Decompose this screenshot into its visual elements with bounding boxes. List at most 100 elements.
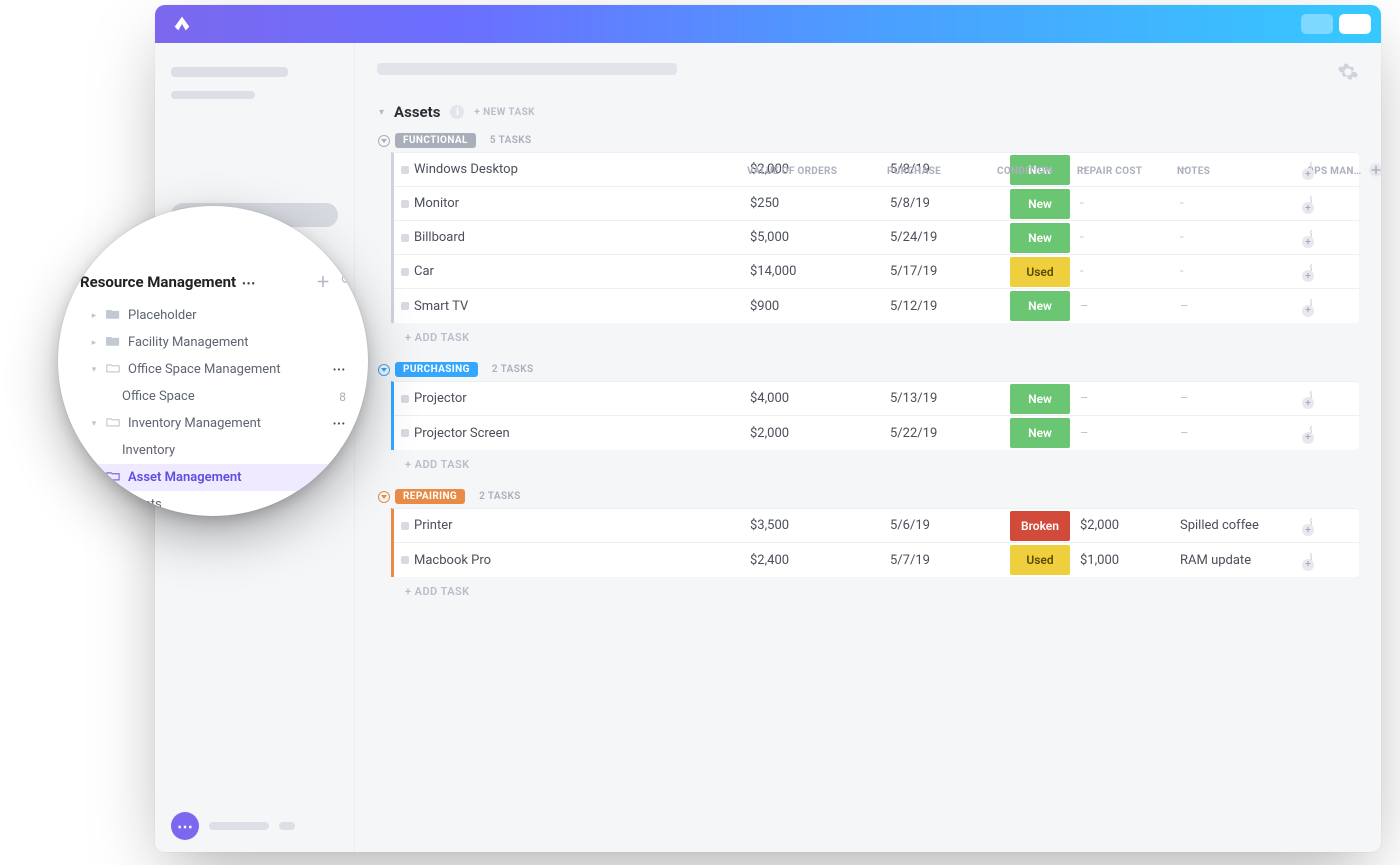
tasks-count: 2 Tasks bbox=[492, 364, 534, 375]
folder-icon bbox=[106, 335, 120, 350]
status-chip[interactable]: Purchasing bbox=[395, 362, 478, 377]
task-status-dot bbox=[401, 556, 409, 564]
task-notes: Spilled coffee bbox=[1180, 518, 1310, 533]
tree-item[interactable]: ▾ Office Space Management bbox=[72, 356, 354, 383]
tree-twisty[interactable]: ▸ bbox=[90, 311, 98, 321]
task-name: Monitor bbox=[414, 196, 750, 211]
assignee-add[interactable] bbox=[1310, 298, 1312, 315]
task-name: Projector Screen bbox=[414, 426, 750, 441]
task-repair: - bbox=[1080, 264, 1180, 279]
task-purchase: 5/22/19 bbox=[890, 426, 1000, 441]
task-repair: – bbox=[1080, 162, 1180, 177]
list-title: Assets bbox=[394, 103, 440, 121]
task-status-dot bbox=[401, 166, 409, 174]
task-repair: – bbox=[1080, 299, 1180, 314]
task-row[interactable]: Macbook Pro $2,400 5/7/19 Used $1,000 RA… bbox=[394, 543, 1359, 577]
add-task-button[interactable]: + Add Task bbox=[377, 323, 1359, 348]
group-caret[interactable] bbox=[377, 135, 391, 147]
add-column-button[interactable] bbox=[1367, 161, 1381, 182]
tree-twisty[interactable]: ▸ bbox=[90, 338, 98, 348]
assignee-add[interactable] bbox=[1310, 263, 1312, 280]
tree-item[interactable]: ▾ Inventory Management bbox=[72, 410, 354, 437]
task-row[interactable]: Smart TV $900 5/12/19 New – – bbox=[394, 289, 1359, 323]
new-task-button[interactable]: + New Task bbox=[474, 107, 535, 118]
tree-label: Inventory bbox=[122, 443, 175, 458]
assignee-add[interactable] bbox=[1310, 390, 1312, 407]
tree-item[interactable]: Office Space 8 bbox=[72, 383, 354, 410]
group-functional: Functional 5 Tasks Windows Desktop $2,00… bbox=[377, 129, 1359, 348]
sidebar-zoom-lens: Resource Management ＋ ▸ Placeholder ▸ Fa… bbox=[58, 206, 368, 516]
task-notes: – bbox=[1180, 162, 1310, 177]
task-repair: $2,000 bbox=[1080, 518, 1180, 533]
task-row[interactable]: Printer $3,500 5/6/19 Broken $2,000 Spil… bbox=[394, 509, 1359, 543]
status-chip[interactable]: Functional bbox=[395, 133, 476, 148]
task-row[interactable]: Car $14,000 5/17/19 Used - - bbox=[394, 255, 1359, 289]
tree-item[interactable]: Inventory 6 bbox=[72, 437, 354, 464]
brand-logo bbox=[165, 13, 193, 35]
window-control-min[interactable] bbox=[1301, 14, 1333, 34]
main-content: ▾ Assets i + New Task Value of Orders Pu… bbox=[355, 43, 1381, 852]
task-value: $5,000 bbox=[750, 230, 890, 245]
task-value: $4,000 bbox=[750, 391, 890, 406]
task-value: $900 bbox=[750, 299, 890, 314]
add-task-button[interactable]: + Add Task bbox=[377, 450, 1359, 475]
task-status-dot bbox=[401, 200, 409, 208]
task-purchase: 5/12/19 bbox=[890, 299, 1000, 314]
breadcrumb-placeholder bbox=[377, 63, 677, 75]
item-menu-icon[interactable] bbox=[333, 416, 346, 431]
tree-item[interactable]: ▸ Facility Management bbox=[72, 329, 354, 356]
task-repair: – bbox=[1080, 426, 1180, 441]
task-row[interactable]: Monitor $250 5/8/19 New - - bbox=[394, 187, 1359, 221]
tree-label: Office Space bbox=[122, 389, 195, 404]
task-row[interactable]: Billboard $5,000 5/24/19 New - - bbox=[394, 221, 1359, 255]
settings-button[interactable] bbox=[1337, 61, 1359, 87]
task-value: $3,500 bbox=[750, 518, 890, 533]
assignee-add[interactable] bbox=[1310, 552, 1312, 569]
chat-icon[interactable] bbox=[171, 812, 199, 840]
assignee-add[interactable] bbox=[1310, 425, 1312, 442]
tree-item[interactable]: ▸ Placeholder bbox=[72, 302, 354, 329]
add-folder-icon[interactable]: ＋ bbox=[316, 272, 330, 292]
task-notes: – bbox=[1180, 299, 1310, 314]
window-control-max[interactable] bbox=[1339, 14, 1371, 34]
tree-twisty[interactable]: ▾ bbox=[90, 365, 98, 375]
tree-twisty[interactable]: ▾ bbox=[90, 419, 98, 429]
group-caret[interactable] bbox=[377, 364, 391, 376]
group-caret[interactable] bbox=[377, 491, 391, 503]
task-purchase: 5/8/19 bbox=[890, 196, 1000, 211]
folder-icon bbox=[106, 362, 120, 377]
assignee-add[interactable] bbox=[1310, 517, 1312, 534]
task-notes: RAM update bbox=[1180, 553, 1310, 568]
space-menu-icon[interactable] bbox=[242, 273, 256, 291]
task-row[interactable]: Projector Screen $2,000 5/22/19 New – – bbox=[394, 416, 1359, 450]
tree-label: Facility Management bbox=[128, 335, 249, 350]
task-name: Macbook Pro bbox=[414, 553, 750, 568]
item-menu-icon[interactable] bbox=[333, 362, 346, 377]
tree-twisty[interactable]: ▾ bbox=[90, 473, 98, 483]
status-chip[interactable]: Repairing bbox=[395, 489, 465, 504]
task-value: $2,000 bbox=[750, 162, 890, 177]
group-repairing: Repairing 2 Tasks Printer $3,500 5/6/19 … bbox=[377, 485, 1359, 602]
task-name: Smart TV bbox=[414, 299, 750, 314]
task-repair: - bbox=[1080, 196, 1180, 211]
tasks-count: 2 Tasks bbox=[479, 491, 521, 502]
assignee-add[interactable] bbox=[1310, 195, 1312, 212]
task-notes: – bbox=[1180, 426, 1310, 441]
assignee-add[interactable] bbox=[1310, 229, 1312, 246]
list-header: ▾ Assets i + New Task bbox=[377, 103, 1359, 121]
add-task-button[interactable]: + Add Task bbox=[377, 577, 1359, 602]
title-bar bbox=[155, 5, 1381, 43]
task-row[interactable]: Projector $4,000 5/13/19 New – – bbox=[394, 382, 1359, 416]
task-value: $2,400 bbox=[750, 553, 890, 568]
task-name: Car bbox=[414, 264, 750, 279]
task-row[interactable]: Windows Desktop $2,000 5/8/19 New – – bbox=[394, 153, 1359, 187]
item-count: 8 bbox=[339, 390, 346, 404]
list-collapse-caret[interactable]: ▾ bbox=[379, 107, 384, 118]
folder-icon bbox=[106, 308, 120, 323]
assignee-add[interactable] bbox=[1310, 161, 1312, 178]
condition-badge: Used bbox=[1010, 545, 1070, 575]
info-icon[interactable]: i bbox=[450, 105, 464, 119]
task-notes: - bbox=[1180, 196, 1310, 211]
task-purchase: 5/8/19 bbox=[890, 162, 1000, 177]
space-title: Resource Management bbox=[80, 273, 236, 291]
